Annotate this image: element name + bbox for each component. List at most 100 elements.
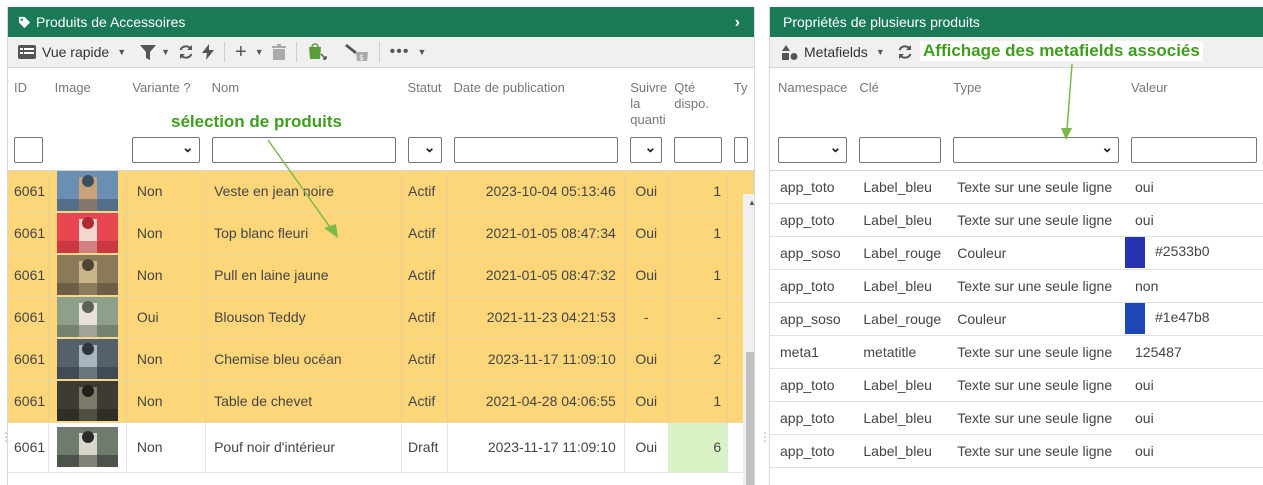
- row-type[interactable]: Texte sur une seule ligne: [947, 434, 1126, 468]
- row-cle[interactable]: Label_rouge: [853, 302, 948, 336]
- row-variante[interactable]: Non: [126, 254, 207, 297]
- row-namespace[interactable]: app_toto: [770, 434, 854, 468]
- metafields-refresh-button[interactable]: [893, 40, 917, 64]
- row-nom[interactable]: Pouf noir d'intérieur: [205, 422, 403, 473]
- more-options-button[interactable]: ••• ▼: [386, 40, 431, 64]
- row-variante[interactable]: Non: [126, 170, 207, 213]
- table-row[interactable]: app_soso Label_rouge Couleur #2533b0: [770, 236, 1263, 270]
- type-filter-input[interactable]: [733, 136, 748, 163]
- column-header-valeur[interactable]: Valeur: [1125, 68, 1263, 130]
- row-statut[interactable]: Actif: [401, 296, 448, 339]
- row-suivre[interactable]: Oui: [624, 170, 669, 213]
- metafields-button[interactable]: Metafields ▼: [778, 40, 889, 64]
- table-row[interactable]: app_toto Label_bleu Texte sur une seule li…: [770, 269, 1263, 303]
- row-nom[interactable]: Table de chevet: [205, 380, 403, 423]
- quick-view-button[interactable]: Vue rapide ▼: [14, 40, 130, 64]
- row-suivre[interactable]: -: [624, 296, 669, 339]
- column-header-type[interactable]: Type: [947, 68, 1126, 130]
- table-row[interactable]: meta1 metatitle Texte sur une seule ligne 1…: [770, 335, 1263, 369]
- table-row[interactable]: 6061 Non Pouf noir d'intérieur Draft 2023-11…: [8, 422, 754, 473]
- row-variante[interactable]: Non: [126, 338, 207, 381]
- row-type[interactable]: Couleur: [947, 302, 1126, 336]
- row-suivre[interactable]: Oui: [624, 338, 669, 381]
- row-cle[interactable]: Label_bleu: [853, 401, 948, 435]
- row-type[interactable]: Texte sur une seule ligne: [947, 269, 1126, 303]
- row-id[interactable]: 6061: [8, 338, 50, 381]
- row-type[interactable]: Texte sur une seule ligne: [947, 170, 1126, 204]
- row-cle[interactable]: Label_bleu: [853, 269, 948, 303]
- row-suivre[interactable]: Oui: [624, 422, 669, 473]
- id-filter-input[interactable]: [14, 136, 43, 163]
- row-qte[interactable]: 2: [668, 338, 729, 381]
- statut-filter-select[interactable]: [407, 136, 442, 163]
- row-date[interactable]: 2021-11-23 04:21:53: [447, 296, 625, 339]
- row-nom[interactable]: Blouson Teddy: [205, 296, 403, 339]
- row-valeur[interactable]: oui: [1125, 401, 1263, 435]
- namespace-filter-select[interactable]: [778, 136, 848, 163]
- products-scrollbar[interactable]: ▲: [743, 194, 754, 485]
- table-row[interactable]: app_toto Label_bleu Texte sur une seule li…: [770, 434, 1263, 468]
- table-row[interactable]: app_toto Label_bleu Texte sur une seule li…: [770, 368, 1263, 402]
- chevron-right-icon[interactable]: ›: [735, 14, 740, 32]
- row-image[interactable]: [48, 254, 127, 297]
- row-valeur[interactable]: #1e47b8: [1125, 302, 1263, 336]
- row-image[interactable]: [48, 296, 127, 339]
- row-qte[interactable]: 1: [668, 380, 729, 423]
- row-namespace[interactable]: app_toto: [770, 269, 854, 303]
- row-namespace[interactable]: app_toto: [770, 401, 854, 435]
- column-header-statut[interactable]: Statut: [401, 68, 448, 130]
- scroll-up-icon[interactable]: ▲: [748, 198, 754, 207]
- row-statut[interactable]: Actif: [401, 338, 448, 381]
- column-header-id[interactable]: ID: [8, 68, 49, 130]
- table-row[interactable]: 6061 Non Pull en laine jaune Actif 2021-01-0…: [8, 254, 754, 297]
- column-header-suivre[interactable]: Suivre la quanti: [624, 68, 669, 130]
- table-row[interactable]: app_toto Label_bleu Texte sur une seule li…: [770, 401, 1263, 435]
- resize-handle-icon[interactable]: ⋮: [0, 430, 12, 444]
- row-image[interactable]: [48, 422, 127, 473]
- row-image[interactable]: [48, 338, 127, 381]
- row-statut[interactable]: Actif: [401, 380, 448, 423]
- row-image[interactable]: [48, 170, 127, 213]
- table-row[interactable]: 6061 Non Top blanc fleuri Actif 2021-01-05 0…: [8, 212, 754, 255]
- row-valeur[interactable]: non: [1125, 269, 1263, 303]
- type-filter-select[interactable]: [953, 136, 1120, 163]
- row-date[interactable]: 2023-11-17 11:09:10: [447, 422, 625, 473]
- row-type[interactable]: Texte sur une seule ligne: [947, 335, 1126, 369]
- table-row[interactable]: 6061 Non Chemise bleu océan Actif 2023-11-17…: [8, 338, 754, 381]
- row-statut[interactable]: Draft: [401, 422, 448, 473]
- row-statut[interactable]: Actif: [401, 254, 448, 297]
- row-namespace[interactable]: app_soso: [770, 236, 854, 270]
- qte-filter-input[interactable]: [674, 136, 722, 163]
- row-variante[interactable]: Non: [126, 380, 207, 423]
- row-cle[interactable]: Label_bleu: [853, 203, 948, 237]
- column-header-qte[interactable]: Qté dispo.: [668, 68, 728, 130]
- lightning-button[interactable]: [198, 40, 218, 64]
- table-row[interactable]: app_soso Label_rouge Couleur #1e47b8: [770, 302, 1263, 336]
- row-nom[interactable]: Pull en laine jaune: [205, 254, 403, 297]
- row-valeur[interactable]: #2533b0: [1125, 236, 1263, 270]
- row-cle[interactable]: Label_rouge: [853, 236, 948, 270]
- row-valeur[interactable]: oui: [1125, 368, 1263, 402]
- table-row[interactable]: app_toto Label_bleu Texte sur une seule li…: [770, 170, 1263, 204]
- delete-button[interactable]: [268, 40, 290, 64]
- row-id[interactable]: 6061: [8, 254, 50, 297]
- row-statut[interactable]: Actif: [401, 170, 448, 213]
- row-namespace[interactable]: meta1: [770, 335, 854, 369]
- row-image[interactable]: [48, 380, 127, 423]
- table-row[interactable]: 6061 Oui Blouson Teddy Actif 2021-11-23 04:2…: [8, 296, 754, 339]
- row-valeur[interactable]: oui: [1125, 170, 1263, 204]
- row-suivre[interactable]: Oui: [624, 212, 669, 255]
- row-namespace[interactable]: app_soso: [770, 302, 854, 336]
- row-id[interactable]: 6061: [8, 422, 50, 473]
- row-cle[interactable]: Label_bleu: [853, 170, 948, 204]
- row-image[interactable]: [48, 212, 127, 255]
- row-type[interactable]: Texte sur une seule ligne: [947, 368, 1126, 402]
- row-type[interactable]: Texte sur une seule ligne: [947, 401, 1126, 435]
- refresh-button[interactable]: [174, 40, 198, 64]
- row-date[interactable]: 2021-04-28 04:06:55: [447, 380, 625, 423]
- row-date[interactable]: 2023-11-17 11:09:10: [447, 338, 625, 381]
- row-variante[interactable]: Non: [126, 212, 207, 255]
- row-id[interactable]: 6061: [8, 170, 50, 213]
- scrollbar-thumb[interactable]: [746, 352, 754, 485]
- row-variante[interactable]: Oui: [126, 296, 207, 339]
